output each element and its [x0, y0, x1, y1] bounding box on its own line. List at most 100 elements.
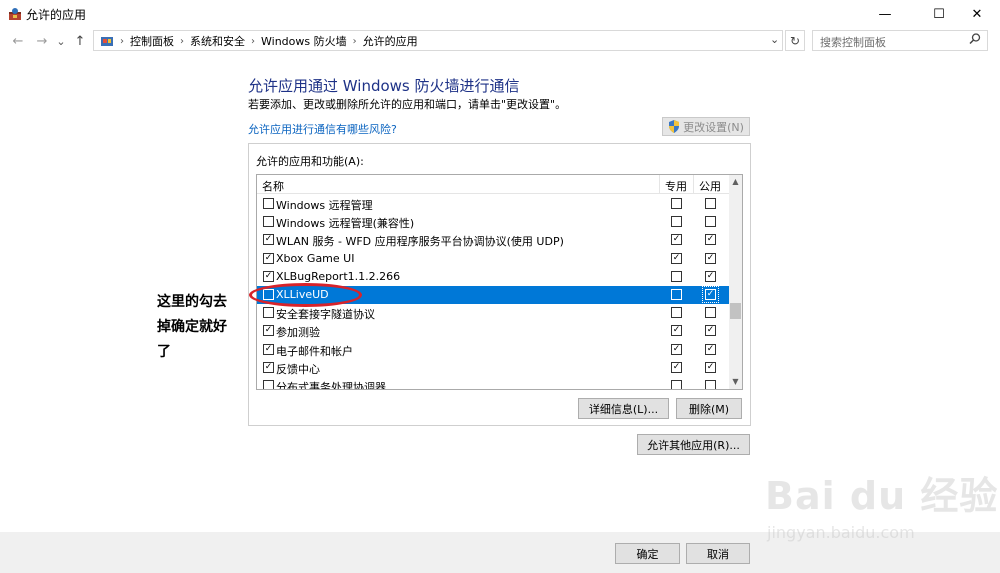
table-row[interactable]: 安全套接字隧道协议 [257, 304, 729, 322]
private-network-checkbox[interactable]: ✓ [671, 325, 682, 337]
change-settings-button[interactable]: 更改设置(N) [662, 117, 750, 136]
allowed-apps-label: 允许的应用和功能(A): [256, 155, 364, 168]
minimize-icon: — [878, 6, 892, 22]
public-network-checkbox[interactable]: ✓ [702, 286, 719, 303]
private-network-checkbox[interactable]: ✓ [671, 234, 682, 246]
breadcrumb-allowed-apps[interactable]: 允许的应用 [363, 33, 418, 49]
scrollbar-thumb[interactable] [730, 303, 741, 319]
page-heading: 允许应用通过 Windows 防火墙进行通信 [248, 77, 520, 95]
table-row[interactable]: ✓ 电子邮件和帐户 ✓ ✓ [257, 341, 729, 359]
breadcrumb-separator: › [352, 35, 357, 47]
table-row[interactable]: Windows 远程管理(兼容性) [257, 213, 729, 231]
watermark-logo-text: Bai du 经验 [765, 474, 999, 518]
breadcrumb-windows-firewall[interactable]: Windows 防火墙 [261, 33, 347, 49]
control-panel-icon [100, 34, 114, 48]
app-name: Xbox Game UI [276, 251, 355, 265]
private-network-checkbox[interactable] [671, 380, 682, 389]
forward-button[interactable]: → [32, 30, 52, 52]
maximize-icon: ☐ [933, 6, 945, 22]
breadcrumb-separator: › [180, 35, 184, 47]
private-network-checkbox[interactable] [671, 270, 682, 282]
breadcrumb-control-panel[interactable]: 控制面板 [130, 33, 174, 49]
app-name: 参加测验 [276, 326, 320, 340]
table-row[interactable]: Windows 远程管理 [257, 195, 729, 213]
app-enabled-checkbox[interactable]: ✓ [263, 234, 274, 246]
minimize-button[interactable]: — [862, 0, 908, 28]
public-network-checkbox[interactable]: ✓ [705, 252, 716, 264]
app-enabled-checkbox[interactable] [263, 216, 274, 228]
chevron-down-icon: ⌄ [56, 34, 66, 48]
back-button[interactable]: ← [8, 30, 28, 52]
app-name: Windows 远程管理 [276, 199, 373, 212]
private-network-checkbox[interactable] [671, 198, 682, 209]
app-enabled-checkbox[interactable]: ✓ [263, 252, 274, 264]
risk-info-link[interactable]: 允许应用进行通信有哪些风险? [248, 121, 397, 137]
column-divider [693, 175, 694, 193]
list-scrollbar[interactable]: ▲ ▼ [729, 175, 742, 389]
title-bar [0, 0, 1000, 28]
public-network-checkbox[interactable] [705, 216, 716, 228]
up-button[interactable]: ↑ [70, 30, 90, 52]
public-network-checkbox[interactable]: ✓ [705, 343, 716, 355]
firewall-app-icon [8, 7, 22, 21]
details-button[interactable]: 详细信息(L)... [578, 398, 669, 419]
ok-button[interactable]: 确定 [615, 543, 680, 564]
refresh-button[interactable]: ↻ [785, 30, 805, 51]
close-icon: ✕ [971, 6, 983, 22]
search-placeholder: 搜索控制面板 [820, 36, 886, 49]
column-header-public[interactable]: 公用 [699, 178, 721, 194]
table-row[interactable]: 分布式事务处理协调器 [257, 377, 729, 389]
delete-button[interactable]: 删除(M) [676, 398, 742, 419]
back-arrow-icon: ← [12, 33, 24, 49]
table-row[interactable]: ✓ 反馈中心 ✓ ✓ [257, 359, 729, 377]
private-network-checkbox[interactable] [671, 289, 682, 300]
column-divider [659, 175, 660, 193]
public-network-checkbox[interactable] [705, 198, 716, 209]
forward-arrow-icon: → [36, 33, 48, 49]
table-row[interactable]: ✓ Xbox Game UI ✓ ✓ [257, 250, 729, 268]
public-network-checkbox[interactable] [705, 380, 716, 389]
refresh-icon: ↻ [789, 33, 801, 48]
app-enabled-checkbox[interactable]: ✓ [263, 325, 274, 337]
private-network-checkbox[interactable] [671, 216, 682, 228]
breadcrumb-system-security[interactable]: 系统和安全 [190, 33, 245, 49]
scroll-up-icon[interactable]: ▲ [729, 175, 742, 189]
public-network-checkbox[interactable]: ✓ [705, 234, 716, 246]
address-dropdown-button[interactable]: ⌄ [770, 33, 779, 46]
allow-other-app-button[interactable]: 允许其他应用(R)... [637, 434, 750, 455]
change-settings-label: 更改设置(N) [683, 120, 744, 134]
app-enabled-checkbox[interactable]: ✓ [263, 270, 274, 282]
breadcrumb: › 控制面板 › 系统和安全 › Windows 防火墙 › 允许的应用 [100, 33, 418, 49]
private-network-checkbox[interactable]: ✓ [671, 343, 682, 355]
search-icon[interactable] [968, 32, 982, 46]
column-header-private[interactable]: 专用 [665, 178, 687, 194]
private-network-checkbox[interactable]: ✓ [671, 361, 682, 373]
public-network-checkbox[interactable]: ✓ [705, 361, 716, 373]
app-enabled-checkbox[interactable]: ✓ [263, 361, 274, 373]
app-enabled-checkbox[interactable]: ✓ [263, 343, 274, 355]
public-network-checkbox[interactable]: ✓ [705, 325, 716, 337]
baidu-watermark: Bai du 经验 jingyan.baidu.com [765, 465, 997, 555]
app-enabled-checkbox[interactable] [263, 307, 274, 319]
app-name: 安全套接字隧道协议 [276, 308, 375, 322]
annotation-highlight-ellipse [249, 283, 362, 307]
up-arrow-icon: ↑ [74, 33, 86, 49]
table-row[interactable]: ✓ 参加测验 ✓ ✓ [257, 322, 729, 340]
private-network-checkbox[interactable] [671, 307, 682, 319]
table-row[interactable]: ✓ WLAN 服务 - WFD 应用程序服务平台协调协议(使用 UDP) ✓ ✓ [257, 231, 729, 249]
private-network-checkbox[interactable]: ✓ [671, 252, 682, 264]
public-network-checkbox[interactable] [705, 307, 716, 319]
app-name: Windows 远程管理(兼容性) [276, 217, 415, 231]
app-enabled-checkbox[interactable] [263, 380, 274, 389]
app-enabled-checkbox[interactable] [263, 198, 274, 209]
allowed-apps-list[interactable]: 名称 专用 公用 Windows 远程管理 Windows 远程管理(兼容性) ✓ W… [256, 174, 743, 390]
public-network-checkbox[interactable]: ✓ [705, 270, 716, 282]
scroll-down-icon[interactable]: ▼ [729, 375, 742, 389]
page-description: 若要添加、更改或删除所允许的应用和端口，请单击"更改设置"。 [248, 98, 567, 111]
app-name: 反馈中心 [276, 362, 320, 376]
close-button[interactable]: ✕ [954, 0, 1000, 28]
recent-locations-button[interactable]: ⌄ [54, 30, 68, 52]
column-header-name[interactable]: 名称 [262, 178, 284, 194]
cancel-button[interactable]: 取消 [686, 543, 750, 564]
chevron-down-icon: ⌄ [770, 33, 780, 46]
